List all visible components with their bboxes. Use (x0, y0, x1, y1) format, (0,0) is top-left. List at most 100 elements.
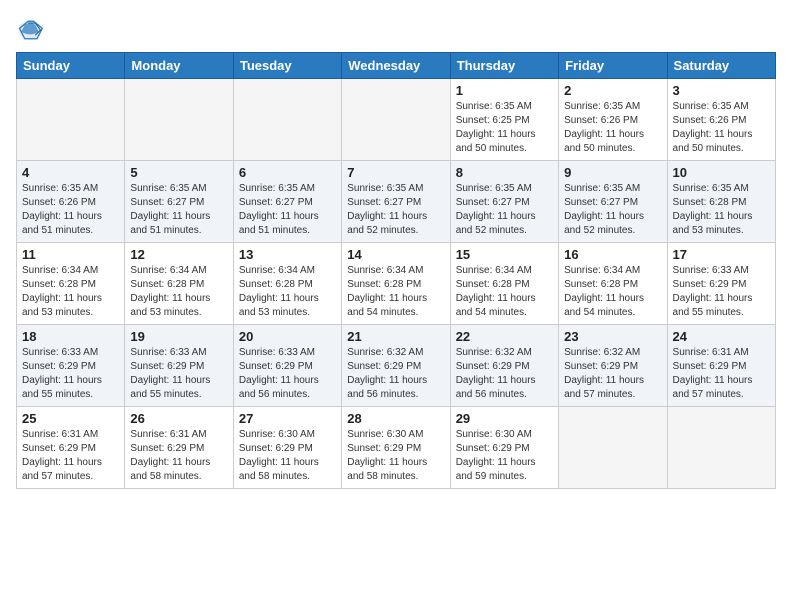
day-cell: 20 Sunrise: 6:33 AM Sunset: 6:29 PM Dayli… (233, 325, 341, 407)
day-info: Sunrise: 6:35 AM Sunset: 6:25 PM Dayligh… (456, 100, 553, 156)
week-row-1: 1 Sunrise: 6:35 AM Sunset: 6:25 PM Daylig… (17, 79, 776, 161)
day-cell: 18 Sunrise: 6:33 AM Sunset: 6:29 PM Dayli… (17, 325, 125, 407)
day-cell: 11 Sunrise: 6:34 AM Sunset: 6:28 PM Dayli… (17, 243, 125, 325)
day-info: Sunrise: 6:30 AM Sunset: 6:29 PM Dayligh… (456, 428, 553, 484)
day-info: Sunrise: 6:33 AM Sunset: 6:29 PM Dayligh… (239, 346, 336, 402)
day-cell: 22 Sunrise: 6:32 AM Sunset: 6:29 PM Dayli… (450, 325, 558, 407)
day-number: 6 (239, 165, 336, 180)
day-cell: 27Sunrise: 6:30 AM Sunset: 6:29 PM Dayli… (233, 407, 341, 489)
day-cell (342, 79, 450, 161)
day-cell (17, 79, 125, 161)
day-info: Sunrise: 6:34 AM Sunset: 6:28 PM Dayligh… (239, 264, 336, 320)
day-info: Sunrise: 6:33 AM Sunset: 6:29 PM Dayligh… (130, 346, 227, 402)
day-number: 8 (456, 165, 553, 180)
day-number: 20 (239, 329, 336, 344)
weekday-header-monday: Monday (125, 53, 233, 79)
day-cell: 1 Sunrise: 6:35 AM Sunset: 6:25 PM Daylig… (450, 79, 558, 161)
day-cell: 12Sunrise: 6:34 AM Sunset: 6:28 PM Dayli… (125, 243, 233, 325)
weekday-header-friday: Friday (559, 53, 667, 79)
day-cell: 24 Sunrise: 6:31 AM Sunset: 6:29 PM Dayli… (667, 325, 775, 407)
day-cell: 10 Sunrise: 6:35 AM Sunset: 6:28 PM Dayli… (667, 161, 775, 243)
day-cell (125, 79, 233, 161)
day-info: Sunrise: 6:32 AM Sunset: 6:29 PM Dayligh… (456, 346, 553, 402)
week-row-4: 18 Sunrise: 6:33 AM Sunset: 6:29 PM Dayli… (17, 325, 776, 407)
day-number: 1 (456, 83, 553, 98)
week-row-2: 4 Sunrise: 6:35 AM Sunset: 6:26 PM Daylig… (17, 161, 776, 243)
day-info: Sunrise: 6:35 AM Sunset: 6:27 PM Dayligh… (130, 182, 227, 238)
day-cell: 19 Sunrise: 6:33 AM Sunset: 6:29 PM Dayli… (125, 325, 233, 407)
day-cell: 9 Sunrise: 6:35 AM Sunset: 6:27 PM Daylig… (559, 161, 667, 243)
week-row-5: 25 Sunrise: 6:31 AM Sunset: 6:29 PM Dayli… (17, 407, 776, 489)
day-cell: 21Sunrise: 6:32 AM Sunset: 6:29 PM Dayli… (342, 325, 450, 407)
day-number: 27 (239, 411, 336, 426)
day-number: 2 (564, 83, 661, 98)
day-number: 3 (673, 83, 770, 98)
day-info: Sunrise: 6:34 AM Sunset: 6:28 PM Dayligh… (347, 264, 444, 320)
day-cell (667, 407, 775, 489)
day-cell: 25Sunrise: 6:31 AM Sunset: 6:29 PM Dayli… (17, 407, 125, 489)
day-cell: 14Sunrise: 6:34 AM Sunset: 6:28 PM Dayli… (342, 243, 450, 325)
calendar-table: SundayMondayTuesdayWednesdayThursdayFrid… (16, 52, 776, 489)
day-info: Sunrise: 6:35 AM Sunset: 6:26 PM Dayligh… (564, 100, 661, 156)
day-number: 11 (22, 247, 119, 262)
weekday-header-sunday: Sunday (17, 53, 125, 79)
day-number: 17 (673, 247, 770, 262)
day-cell: 13 Sunrise: 6:34 AM Sunset: 6:28 PM Dayli… (233, 243, 341, 325)
day-cell: 4 Sunrise: 6:35 AM Sunset: 6:26 PM Daylig… (17, 161, 125, 243)
day-cell: 29 Sunrise: 6:30 AM Sunset: 6:29 PM Dayli… (450, 407, 558, 489)
day-cell: 15 Sunrise: 6:34 AM Sunset: 6:28 PM Dayli… (450, 243, 558, 325)
day-number: 9 (564, 165, 661, 180)
day-info: Sunrise: 6:34 AM Sunset: 6:28 PM Dayligh… (22, 264, 119, 320)
day-number: 10 (673, 165, 770, 180)
weekday-header-thursday: Thursday (450, 53, 558, 79)
day-cell (559, 407, 667, 489)
day-cell (233, 79, 341, 161)
day-info: Sunrise: 6:35 AM Sunset: 6:27 PM Dayligh… (564, 182, 661, 238)
day-info: Sunrise: 6:31 AM Sunset: 6:29 PM Dayligh… (673, 346, 770, 402)
day-number: 18 (22, 329, 119, 344)
logo-icon (16, 16, 44, 44)
day-number: 16 (564, 247, 661, 262)
day-cell: 8 Sunrise: 6:35 AM Sunset: 6:27 PM Daylig… (450, 161, 558, 243)
page: SundayMondayTuesdayWednesdayThursdayFrid… (0, 0, 792, 499)
day-number: 5 (130, 165, 227, 180)
weekday-header-wednesday: Wednesday (342, 53, 450, 79)
day-cell: 26Sunrise: 6:31 AM Sunset: 6:29 PM Dayli… (125, 407, 233, 489)
day-info: Sunrise: 6:35 AM Sunset: 6:27 PM Dayligh… (347, 182, 444, 238)
day-info: Sunrise: 6:30 AM Sunset: 6:29 PM Dayligh… (347, 428, 444, 484)
day-info: Sunrise: 6:34 AM Sunset: 6:28 PM Dayligh… (564, 264, 661, 320)
day-number: 22 (456, 329, 553, 344)
week-row-3: 11 Sunrise: 6:34 AM Sunset: 6:28 PM Dayli… (17, 243, 776, 325)
day-number: 15 (456, 247, 553, 262)
day-info: Sunrise: 6:33 AM Sunset: 6:29 PM Dayligh… (22, 346, 119, 402)
day-number: 28 (347, 411, 444, 426)
day-cell: 5 Sunrise: 6:35 AM Sunset: 6:27 PM Daylig… (125, 161, 233, 243)
day-info: Sunrise: 6:33 AM Sunset: 6:29 PM Dayligh… (673, 264, 770, 320)
day-info: Sunrise: 6:35 AM Sunset: 6:28 PM Dayligh… (673, 182, 770, 238)
day-number: 4 (22, 165, 119, 180)
day-info: Sunrise: 6:32 AM Sunset: 6:29 PM Dayligh… (564, 346, 661, 402)
day-info: Sunrise: 6:34 AM Sunset: 6:28 PM Dayligh… (456, 264, 553, 320)
day-info: Sunrise: 6:35 AM Sunset: 6:26 PM Dayligh… (673, 100, 770, 156)
day-info: Sunrise: 6:35 AM Sunset: 6:26 PM Dayligh… (22, 182, 119, 238)
day-info: Sunrise: 6:34 AM Sunset: 6:28 PM Dayligh… (130, 264, 227, 320)
day-number: 24 (673, 329, 770, 344)
day-number: 29 (456, 411, 553, 426)
day-info: Sunrise: 6:35 AM Sunset: 6:27 PM Dayligh… (456, 182, 553, 238)
day-info: Sunrise: 6:31 AM Sunset: 6:29 PM Dayligh… (130, 428, 227, 484)
day-number: 19 (130, 329, 227, 344)
day-cell: 16 Sunrise: 6:34 AM Sunset: 6:28 PM Dayli… (559, 243, 667, 325)
day-cell: 6 Sunrise: 6:35 AM Sunset: 6:27 PM Daylig… (233, 161, 341, 243)
day-info: Sunrise: 6:35 AM Sunset: 6:27 PM Dayligh… (239, 182, 336, 238)
day-number: 25 (22, 411, 119, 426)
logo (16, 16, 48, 44)
day-number: 13 (239, 247, 336, 262)
day-cell: 7 Sunrise: 6:35 AM Sunset: 6:27 PM Daylig… (342, 161, 450, 243)
weekday-header-tuesday: Tuesday (233, 53, 341, 79)
day-number: 21 (347, 329, 444, 344)
day-cell: 17 Sunrise: 6:33 AM Sunset: 6:29 PM Dayli… (667, 243, 775, 325)
day-number: 7 (347, 165, 444, 180)
day-cell: 3 Sunrise: 6:35 AM Sunset: 6:26 PM Daylig… (667, 79, 775, 161)
day-number: 23 (564, 329, 661, 344)
day-cell: 23 Sunrise: 6:32 AM Sunset: 6:29 PM Dayli… (559, 325, 667, 407)
